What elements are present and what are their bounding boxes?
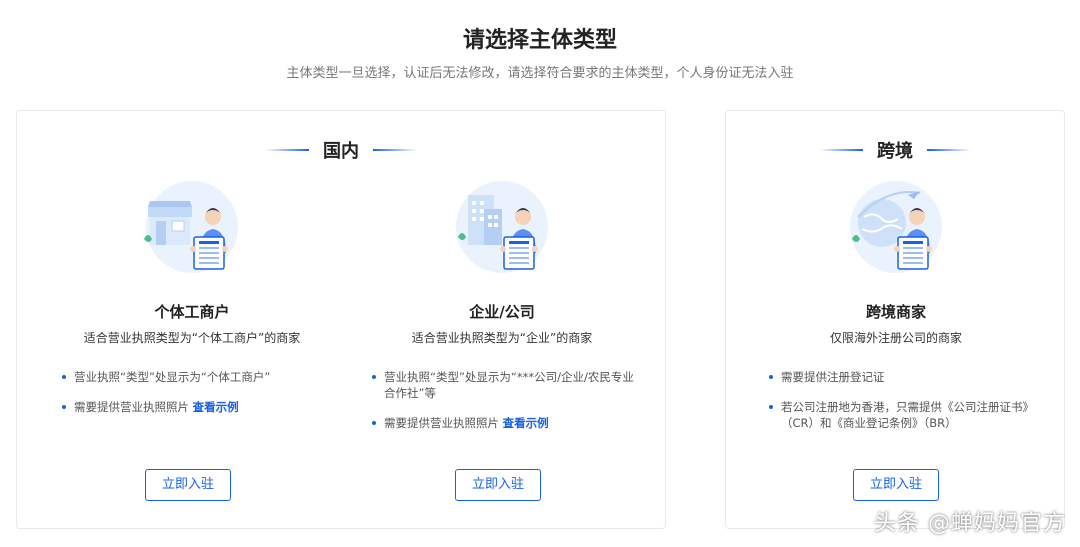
globe-person-illustration [850, 181, 942, 273]
heading-line-left [819, 149, 863, 151]
list-item-text: 需要提供营业执照照片 [384, 416, 499, 430]
list-item: 需要提供注册登记证 [769, 369, 1034, 385]
list-item: 需要提供营业执照照片 查看示例 [372, 415, 637, 431]
join-company-button[interactable]: 立即入驻 [455, 469, 541, 501]
company-desc: 适合营业执照类型为“企业”的商家 [411, 331, 593, 345]
individual-business-card: 个体工商户 适合营业执照类型为“个体工商户”的商家 营业执照“类型”处显示为“个… [57, 181, 327, 511]
cross-border-heading-text: 跨境 [877, 141, 913, 162]
building-person-illustration [456, 181, 548, 273]
individual-business-desc: 适合营业执照类型为“个体工商户”的商家 [83, 331, 301, 345]
list-item: 营业执照“类型”处显示为“***公司/企业/农民专业合作社”等 [372, 369, 637, 401]
join-individual-button[interactable]: 立即入驻 [145, 469, 231, 501]
heading-line-right [373, 149, 417, 151]
cross-border-card: 跨境商家 仅限海外注册公司的商家 需要提供注册登记证 若公司注册地为香港，只需提… [756, 181, 1036, 511]
list-item: 需要提供营业执照照片 查看示例 [62, 399, 322, 415]
heading-line-right [927, 149, 971, 151]
page-subtitle: 主体类型一旦选择，认证后无法修改，请选择符合要求的主体类型，个人身份证无法入驻 [286, 66, 794, 81]
cross-border-desc: 仅限海外注册公司的商家 [829, 331, 962, 345]
list-item: 若公司注册地为香港，只需提供《公司注册证书》（CR）和《商业登记条例》（BR） [769, 399, 1034, 431]
list-item: 营业执照“类型”处显示为“个体工商户” [62, 369, 322, 385]
domestic-panel: 国内 个体工商户 适合营业执照类型为“个体工商户”的商家 营业执照“类型”处显示… [16, 110, 666, 529]
list-item-text: 需要提供营业执照照片 [74, 400, 189, 414]
domestic-heading: 国内 [17, 137, 665, 163]
cross-border-requirements: 需要提供注册登记证 若公司注册地为香港，只需提供《公司注册证书》（CR）和《商业… [769, 369, 1034, 445]
cross-border-heading: 跨境 [726, 137, 1064, 163]
shop-person-illustration [144, 181, 238, 273]
domestic-heading-text: 国内 [323, 141, 359, 162]
individual-business-requirements: 营业执照“类型”处显示为“个体工商户” 需要提供营业执照照片 查看示例 [62, 369, 322, 429]
watermark: 头条 @蝉妈妈官方 [874, 511, 1066, 536]
cross-border-title: 跨境商家 [865, 303, 926, 321]
heading-line-left [265, 149, 309, 151]
join-cross-border-button[interactable]: 立即入驻 [853, 469, 939, 501]
company-title: 企业/公司 [469, 303, 535, 321]
page-title: 请选择主体类型 [462, 28, 617, 53]
company-requirements: 营业执照“类型”处显示为“***公司/企业/农民专业合作社”等 需要提供营业执照… [372, 369, 637, 445]
view-example-link[interactable]: 查看示例 [193, 400, 239, 414]
company-card: 企业/公司 适合营业执照类型为“企业”的商家 营业执照“类型”处显示为“***公… [357, 181, 647, 511]
view-example-link[interactable]: 查看示例 [503, 416, 549, 430]
individual-business-title: 个体工商户 [154, 303, 230, 321]
cross-border-panel: 跨境 跨境商家 仅限海外注册公司的商家 需要提供注册登记证 若公司注册地为香港，… [725, 110, 1065, 529]
